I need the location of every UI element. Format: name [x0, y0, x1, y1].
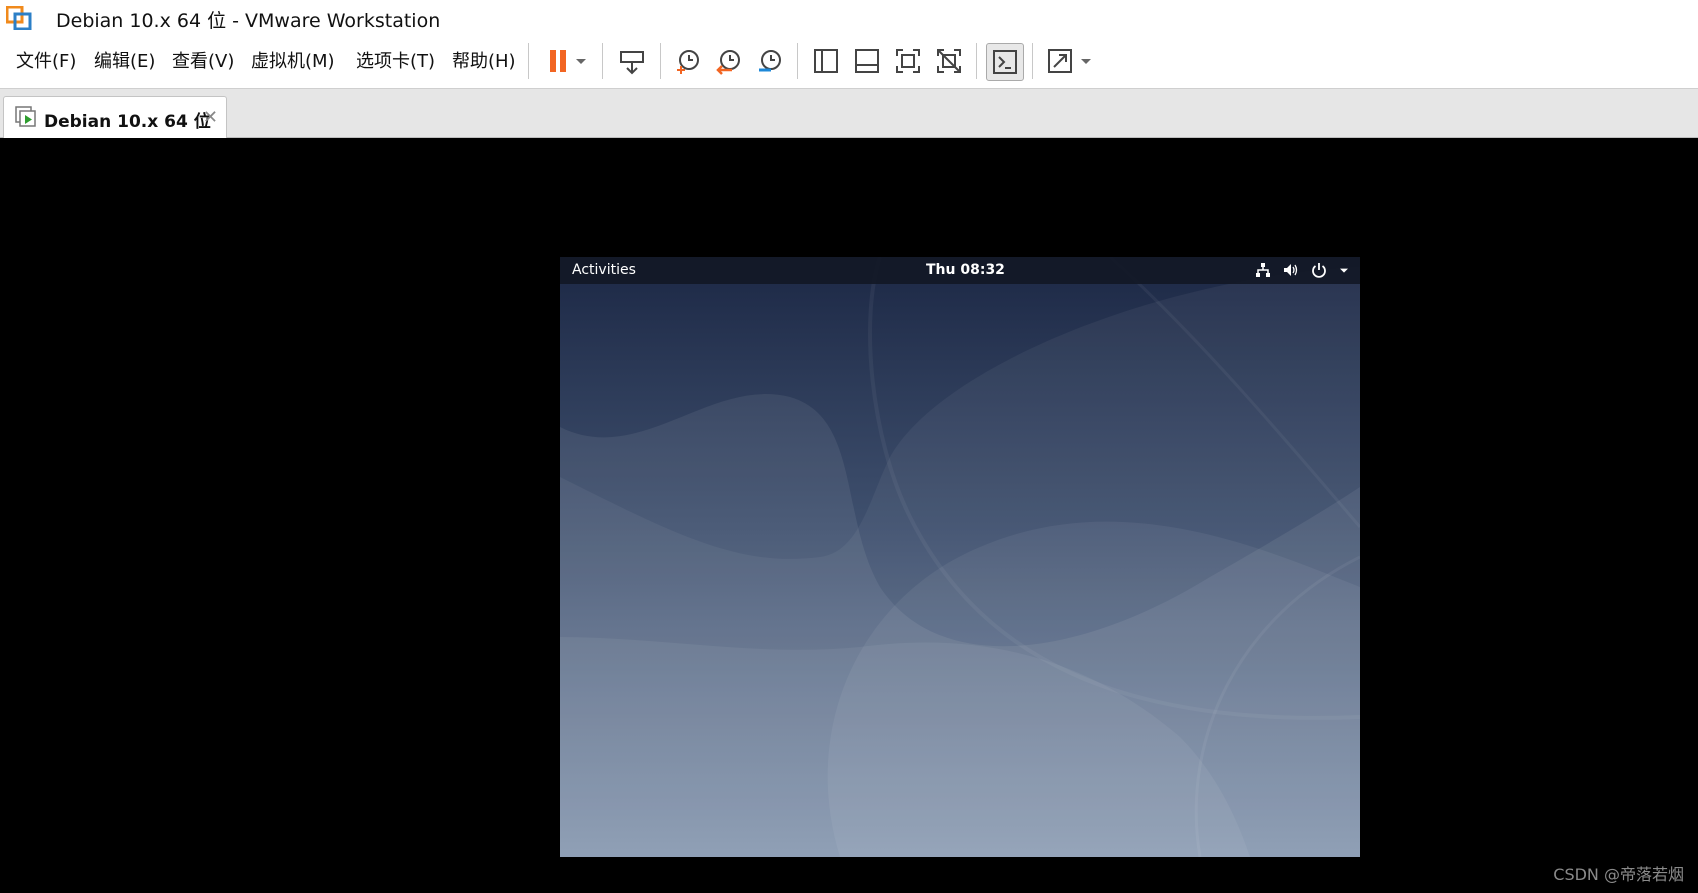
- snapshot-revert-icon: [716, 50, 740, 75]
- toolbar-separator: [797, 43, 798, 79]
- menu-file[interactable]: 文件(F): [16, 47, 76, 73]
- thumbnail-bar-button[interactable]: [849, 43, 885, 79]
- system-tray[interactable]: [1254, 261, 1350, 279]
- menu-vm[interactable]: 虚拟机(M): [251, 47, 335, 73]
- send-ctrl-alt-del-button[interactable]: [614, 43, 650, 79]
- watermark: CSDN @帝落若烟: [1553, 865, 1684, 884]
- clock[interactable]: Thu 08:32: [926, 262, 1005, 278]
- send-ctrl-alt-del-icon: [620, 51, 644, 75]
- guest-desktop[interactable]: Activities Thu 08:32: [560, 257, 1360, 857]
- window-titlebar: Debian 10.x 64 位 - VMware Workstation: [0, 0, 1698, 34]
- network-icon: [1256, 263, 1270, 277]
- stretch-guest-icon: [1048, 49, 1091, 73]
- menu-edit[interactable]: 编辑(E): [94, 47, 155, 73]
- snapshot-revert-button[interactable]: [711, 43, 747, 79]
- toolbar-separator: [660, 43, 661, 79]
- unity-button[interactable]: [931, 43, 967, 79]
- vmware-logo-icon: [6, 6, 32, 30]
- power-icon: [1312, 263, 1326, 278]
- gnome-top-bar: Activities Thu 08:32: [560, 257, 1360, 284]
- toolbar-separator: [528, 43, 529, 79]
- thumbnail-bar-icon: [855, 49, 879, 73]
- tab-debian[interactable]: Debian 10.x 64 位 ✕: [3, 96, 227, 138]
- toolbar-separator: [1032, 43, 1033, 79]
- stretch-guest-button[interactable]: [1042, 43, 1098, 79]
- snapshot-manager-button[interactable]: [752, 43, 788, 79]
- toolbar-separator: [976, 43, 977, 79]
- window-title: Debian 10.x 64 位 - VMware Workstation: [56, 10, 441, 32]
- tab-strip: Debian 10.x 64 位 ✕: [0, 89, 1698, 138]
- snapshot-take-button[interactable]: [670, 43, 706, 79]
- full-screen-icon: [896, 49, 920, 73]
- console-view-button[interactable]: [986, 43, 1024, 81]
- menu-tabs[interactable]: 选项卡(T): [356, 47, 435, 73]
- menu-toolbar: 文件(F) 编辑(E) 查看(V) 虚拟机(M) 选项卡(T) 帮助(H): [0, 34, 1698, 89]
- snapshot-take-icon: [677, 50, 699, 74]
- menu-view[interactable]: 查看(V): [172, 47, 234, 73]
- snapshot-manager-icon: [759, 50, 781, 72]
- dropdown-arrow-icon: [1340, 268, 1348, 273]
- tab-label: Debian 10.x 64 位: [44, 112, 211, 132]
- unity-icon: [937, 49, 961, 73]
- debian-wallpaper: [560, 257, 1360, 857]
- full-screen-button[interactable]: [890, 43, 926, 79]
- library-view-button[interactable]: [808, 43, 844, 79]
- console-view-icon: [993, 50, 1017, 74]
- pause-icon: [550, 50, 586, 72]
- toolbar-separator: [602, 43, 603, 79]
- library-view-icon: [814, 49, 838, 73]
- pause-button[interactable]: [538, 43, 594, 79]
- activities-button[interactable]: Activities: [572, 262, 636, 278]
- menu-help[interactable]: 帮助(H): [452, 47, 516, 73]
- volume-icon: [1284, 264, 1298, 276]
- close-icon[interactable]: ✕: [203, 107, 218, 128]
- vm-running-icon: [15, 106, 36, 127]
